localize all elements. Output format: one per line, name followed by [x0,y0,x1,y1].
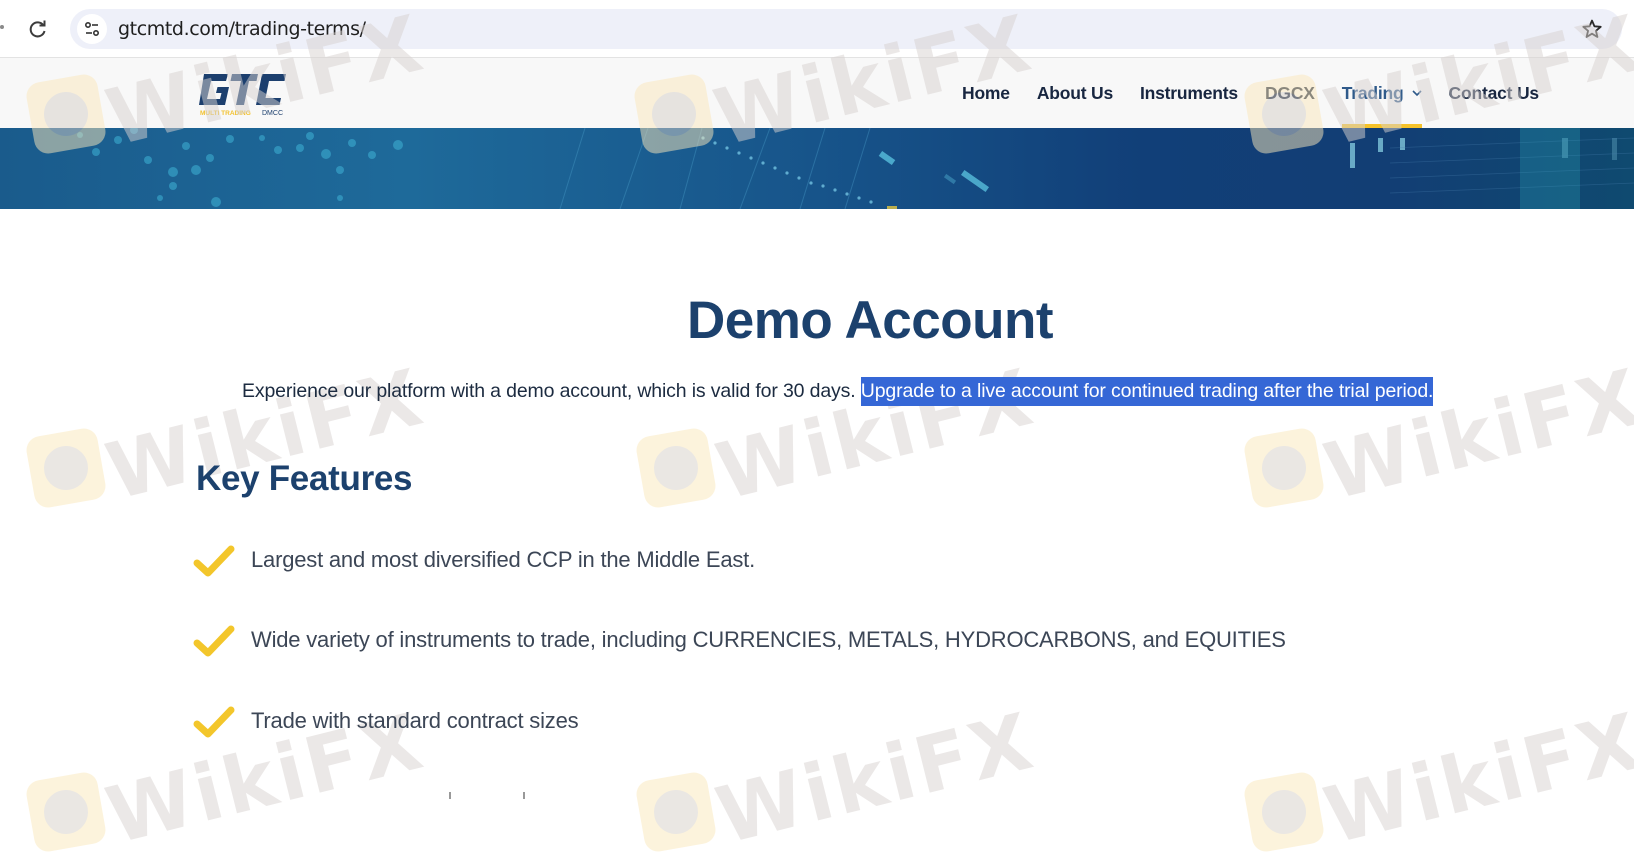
watermark-eagle-icon [650,786,702,838]
cut-off-feature-item [436,786,536,799]
nav-contact-us-label: Contact Us [1448,82,1540,103]
intro-selected-text[interactable]: Upgrade to a live account for continued … [860,377,1433,406]
gtc-logo-mark: MULTI TRADING DMCC [199,74,286,117]
feature-text: Largest and most diversified CCP in the … [251,547,756,572]
feature-item: Largest and most diversified CCP in the … [193,540,755,580]
watermark-eagle-icon [1258,786,1310,838]
page-title: Demo Account [686,291,1054,350]
feature-item: Trade with standard contract sizes [193,701,579,741]
intro-paragraph: Experience our platform with a demo acco… [242,377,1433,406]
site-settings-icon [84,21,100,37]
reload-icon [29,20,46,38]
nav-dgcx-label: DGCX [1264,82,1315,103]
nav-about-us-label: About Us [1036,82,1113,103]
intro-text: Experience our platform with a demo acco… [242,380,856,402]
logo-tagline-plain: DMCC [262,110,283,117]
browser-toolbar: gtcmtd.com/trading-terms/ [0,0,1634,58]
logo-tagline-colored: MULTI TRADING [200,110,251,117]
feature-text: Trade with standard contract sizes [251,708,579,733]
star-outline-icon [1582,19,1602,38]
feature-text: Wide variety of instruments to trade, in… [251,627,1286,652]
key-features-heading: Key Features [196,459,413,498]
watermark-eagle-icon [40,442,92,494]
watermark-eagle-icon [650,442,702,494]
hero-decoration [77,128,1634,209]
address-bar[interactable]: gtcmtd.com/trading-terms/ [70,9,1622,49]
site-info-button[interactable] [77,14,107,44]
main-nav: Home About Us Instruments DGCX Trading C… [962,58,1566,128]
watermark-eagle-icon [40,786,92,838]
check-icon [193,701,237,741]
chevron-down-icon [1411,89,1422,97]
nav-instruments-label: Instruments [1140,82,1238,103]
watermark-eagle-icon [1258,442,1310,494]
check-icon [193,620,237,660]
nav-contact-us[interactable]: Contact Us [1448,58,1540,128]
nav-home[interactable]: Home [962,58,1010,128]
nav-about-us[interactable]: About Us [1037,58,1113,128]
nav-dgcx[interactable]: DGCX [1265,58,1315,128]
url-text[interactable]: gtcmtd.com/trading-terms/ [118,18,366,40]
nav-instruments[interactable]: Instruments [1140,58,1238,128]
bookmark-button[interactable] [1580,17,1604,41]
check-icon [193,540,237,580]
hero-banner [0,128,1634,209]
nav-trading-label: Trading [1341,82,1404,103]
nav-home-label: Home [962,82,1010,103]
back-button-edge[interactable] [0,25,4,29]
reload-button[interactable] [24,15,52,43]
feature-item: Wide variety of instruments to trade, in… [193,620,1286,660]
nav-trading[interactable]: Trading [1341,58,1422,128]
gtc-logo[interactable]: MULTI TRADING DMCC [198,70,290,118]
site-header: MULTI TRADING DMCC Home About Us Instrum… [0,58,1634,128]
